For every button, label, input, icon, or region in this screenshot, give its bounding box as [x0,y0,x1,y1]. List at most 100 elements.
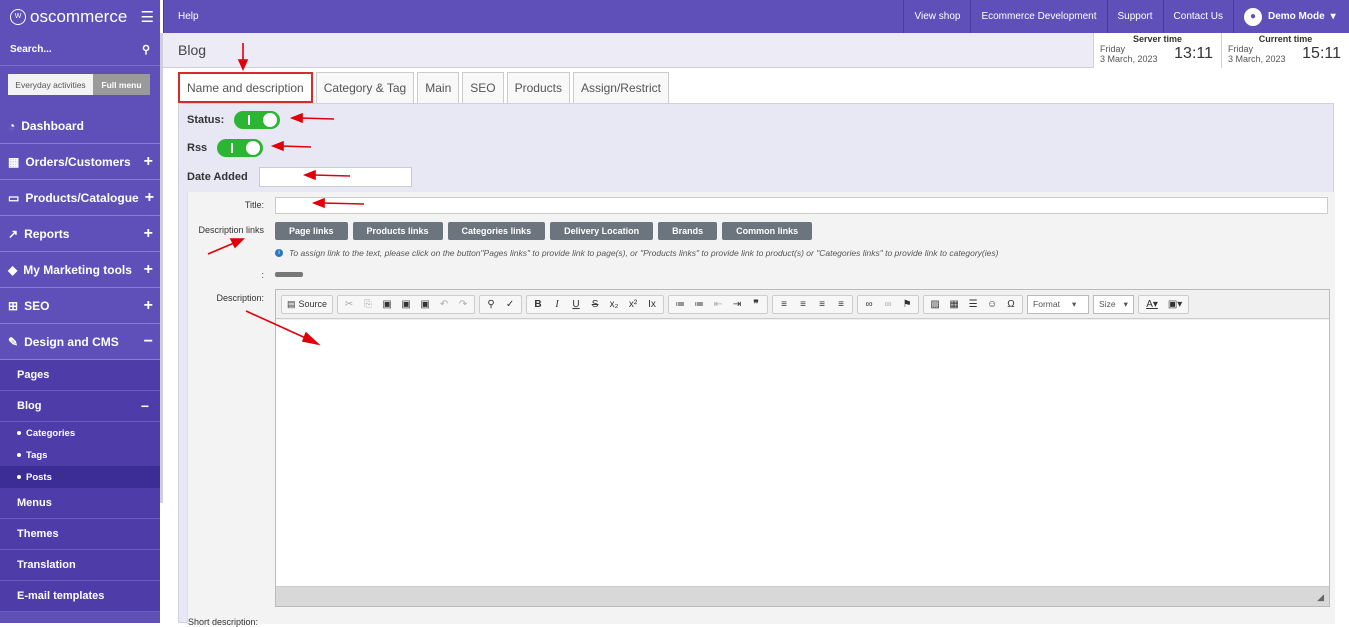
brands-button[interactable]: Brands [658,222,718,240]
everyday-activities-button[interactable]: Everyday activities [8,74,93,95]
rss-toggle[interactable] [217,139,264,157]
drag-handle[interactable] [275,272,303,277]
align-left-icon[interactable]: ≡ [775,296,793,313]
expand-icon[interactable]: + [145,189,154,207]
sidebar-item-themes[interactable]: Themes [0,519,160,550]
sidebar-item-label: Pages [17,369,50,381]
source-button[interactable]: ▤ Source [284,296,330,313]
strike-icon[interactable]: S [586,296,604,313]
underline-icon[interactable]: U [567,296,585,313]
paste-icon[interactable]: ▣ [378,296,396,313]
unlink-icon[interactable]: ∞ [879,296,897,313]
delivery-location-button[interactable]: Delivery Location [550,222,654,240]
sidebar-item-translation[interactable]: Translation [0,550,160,581]
size-select[interactable]: Size ▾ [1093,294,1135,314]
tab-main[interactable]: Main [417,72,460,103]
sidebar-scrollbar[interactable] [160,33,163,503]
help-link[interactable]: Help [163,0,213,33]
image-icon[interactable]: ▨ [926,296,944,313]
sidebar-item-reports[interactable]: ↗ Reports + [0,216,160,252]
logo-icon: W [10,8,26,25]
align-center-icon[interactable]: ≡ [794,296,812,313]
bg-color-icon[interactable]: ▣▾ [1164,296,1186,313]
user-menu[interactable]: ● Demo Mode ▾ [1233,0,1349,33]
sidebar-item-label: E-mail templates [17,590,105,602]
date-added-input[interactable] [259,167,412,187]
sidebar-search[interactable]: Search... ⚲ [0,33,160,66]
search-icon[interactable]: ⚲ [142,43,150,56]
indent-icon[interactable]: ⇥ [728,296,746,313]
special-char-icon[interactable]: Ω [1002,296,1020,313]
ecommerce-development-link[interactable]: Ecommerce Development [970,0,1106,33]
sidebar-item-tags[interactable]: Tags [0,444,160,466]
redo-icon[interactable]: ↷ [454,296,472,313]
status-toggle[interactable] [234,111,281,129]
support-link[interactable]: Support [1106,0,1163,33]
logo[interactable]: W oscommerce ☰ [0,0,160,33]
horizontal-line-icon[interactable]: ☰ [964,296,982,313]
outdent-icon[interactable]: ⇤ [709,296,727,313]
numbered-list-icon[interactable]: ≔ [671,296,689,313]
sidebar-item-email-templates[interactable]: E-mail templates [0,581,160,612]
paste-text-icon[interactable]: ▣ [397,296,415,313]
anchor-icon[interactable]: ⚑ [898,296,916,313]
tab-category-tag[interactable]: Category & Tag [315,72,415,103]
align-right-icon[interactable]: ≡ [813,296,831,313]
sidebar-item-seo[interactable]: ⊞ SEO + [0,288,160,324]
bulleted-list-icon[interactable]: ≔ [690,296,708,313]
sidebar-item-orders[interactable]: ▦ Orders/Customers + [0,144,160,180]
table-icon[interactable]: ▦ [945,296,963,313]
bold-icon[interactable]: B [529,296,547,313]
collapse-icon[interactable]: − [141,398,149,414]
undo-icon[interactable]: ↶ [435,296,453,313]
sidebar-item-dashboard[interactable]: ◔ Dashboard [0,108,160,144]
link-icon[interactable]: ∞ [860,296,878,313]
info-icon: i [275,249,283,257]
title-input[interactable] [275,197,1328,214]
products-links-button[interactable]: Products links [352,222,443,240]
expand-icon[interactable]: + [144,225,153,243]
blockquote-icon[interactable]: ❞ [747,296,765,313]
collapse-icon[interactable]: − [144,333,153,351]
sidebar-item-blog[interactable]: Blog − [0,391,160,422]
sidebar-item-pages[interactable]: Pages [0,360,160,391]
sidebar-item-marketing[interactable]: ◆ My Marketing tools + [0,252,160,288]
italic-icon[interactable]: I [548,296,566,313]
contact-us-link[interactable]: Contact Us [1162,0,1233,33]
text-color-icon[interactable]: A▾ [1141,296,1163,313]
subscript-icon[interactable]: x₂ [605,296,623,313]
spellcheck-icon[interactable]: ✓ [501,296,519,313]
toolbar-group-colors: A▾ ▣▾ [1138,294,1190,314]
tab-seo[interactable]: SEO [462,72,504,103]
categories-links-button[interactable]: Categories links [447,222,546,240]
format-select[interactable]: Format ▾ [1027,294,1090,314]
tab-name-description[interactable]: Name and description [178,72,313,103]
expand-icon[interactable]: + [144,261,153,279]
tab-products[interactable]: Products [506,72,570,103]
smiley-icon[interactable]: ☺ [983,296,1001,313]
description-text-area[interactable] [276,320,1329,587]
sidebar-item-design[interactable]: ✎ Design and CMS − [0,324,160,360]
cut-icon[interactable]: ✂ [340,296,358,313]
page-links-button[interactable]: Page links [275,222,348,240]
superscript-icon[interactable]: x² [624,296,642,313]
hamburger-icon[interactable]: ☰ [141,8,154,26]
resize-handle-icon[interactable]: ◢ [1317,592,1324,603]
sidebar-item-categories[interactable]: Categories [0,422,160,444]
full-menu-button[interactable]: Full menu [93,74,150,95]
sidebar-item-posts[interactable]: Posts [0,466,160,488]
copy-icon[interactable]: ⎘ [359,296,377,313]
common-links-button[interactable]: Common links [722,222,813,240]
view-shop-link[interactable]: View shop [903,0,970,33]
sitemap-icon: ⊞ [8,298,19,313]
remove-format-icon[interactable]: Ix [643,296,661,313]
tab-assign-restrict[interactable]: Assign/Restrict [572,72,669,103]
find-icon[interactable]: ⚲ [482,296,500,313]
expand-icon[interactable]: + [144,297,153,315]
sidebar-item-menus[interactable]: Menus [0,488,160,519]
sidebar-item-products[interactable]: ▭ Products/Catalogue + [0,180,160,216]
bullet-icon [17,453,21,457]
paste-word-icon[interactable]: ▣ [416,296,434,313]
justify-icon[interactable]: ≡ [832,296,850,313]
expand-icon[interactable]: + [144,153,153,171]
